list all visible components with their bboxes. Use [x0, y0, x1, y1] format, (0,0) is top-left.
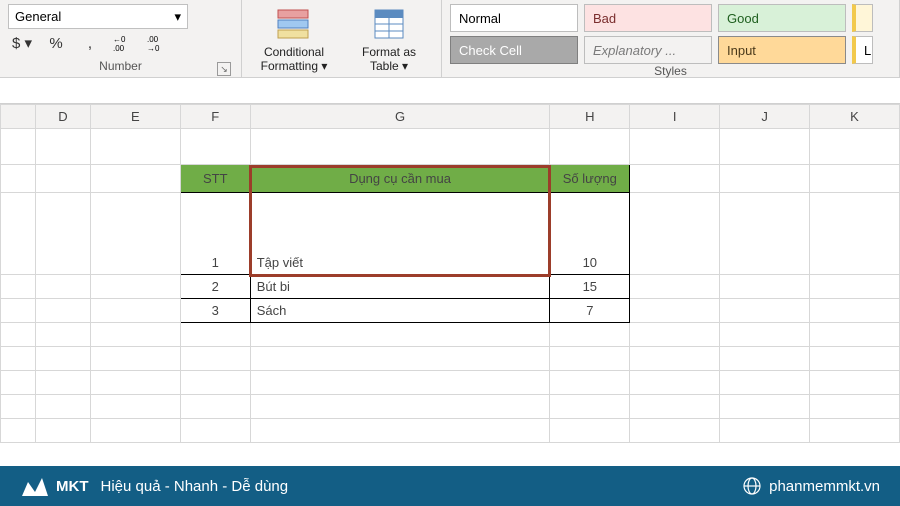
svg-text:.00: .00 [147, 35, 159, 44]
increase-decimal-button[interactable]: ←0.00 [110, 29, 138, 57]
percent-format-button[interactable]: % [42, 29, 70, 57]
accounting-format-button[interactable]: $ ▾ [8, 29, 36, 57]
style-linked-partial[interactable]: L [852, 36, 873, 64]
column-header[interactable]: I [630, 105, 720, 129]
group-label-number: Number [99, 59, 142, 73]
column-header-row[interactable]: D E F G H I J K [1, 105, 900, 129]
cell-stt[interactable]: 3 [180, 299, 250, 323]
footer-slogan: Hiệu quả - Nhanh - Dễ dùng [101, 478, 289, 495]
footer-bar: MKT Hiệu quả - Nhanh - Dễ dùng phanmemmk… [0, 466, 900, 506]
style-input[interactable]: Input [718, 36, 846, 64]
cell-qty[interactable]: 7 [550, 299, 630, 323]
grid[interactable]: D E F G H I J K STT Dụng cụ cần mua Số l… [0, 104, 900, 443]
style-normal[interactable]: Normal [450, 4, 578, 32]
column-header[interactable]: J [720, 105, 810, 129]
number-format-value: General [15, 9, 61, 24]
number-format-dropdown[interactable]: General ▾ [8, 4, 188, 29]
ribbon-group-cell-styles: Normal Bad Good Check Cell Explanatory .… [442, 0, 900, 77]
cell-item[interactable]: Bút bi [250, 275, 550, 299]
column-header[interactable]: H [550, 105, 630, 129]
comma-format-button[interactable]: , [76, 29, 104, 57]
table-header-row: STT Dụng cụ cần mua Số lượng [1, 165, 900, 193]
conditional-formatting-button[interactable]: ConditionalFormatting ▾ [250, 4, 338, 74]
ribbon: General ▾ $ ▾ % , ←0.00 .00→0 Number ↘ [0, 0, 900, 78]
cell-item[interactable]: Sách [250, 299, 550, 323]
table-header-stt[interactable]: STT [180, 165, 250, 193]
column-header[interactable]: E [90, 105, 180, 129]
group-label-styles: Styles [654, 64, 687, 78]
column-header[interactable]: G [250, 105, 550, 129]
mkt-logo: MKT [20, 474, 89, 498]
number-dialog-launcher[interactable]: ↘ [217, 62, 231, 76]
worksheet[interactable]: D E F G H I J K STT Dụng cụ cần mua Số l… [0, 104, 900, 466]
formula-bar[interactable] [0, 78, 900, 104]
table-row: 2 Bút bi 15 [1, 275, 900, 299]
style-neutral-partial[interactable] [852, 4, 873, 32]
cell-stt[interactable]: 2 [180, 275, 250, 299]
cell-stt[interactable]: 1 [180, 193, 250, 275]
style-bad[interactable]: Bad [584, 4, 712, 32]
ribbon-group-number: General ▾ $ ▾ % , ←0.00 .00→0 Number ↘ [0, 0, 242, 77]
format-as-table-icon [369, 4, 409, 44]
svg-text:.00: .00 [113, 44, 125, 52]
svg-text:←0: ←0 [113, 35, 126, 44]
conditional-formatting-icon [274, 4, 314, 44]
ribbon-group-styles-buttons: ConditionalFormatting ▾ Format asTable ▾ [242, 0, 442, 77]
column-header[interactable]: F [180, 105, 250, 129]
footer-site: phanmemmkt.vn [769, 478, 880, 495]
style-check-cell[interactable]: Check Cell [450, 36, 578, 64]
decrease-decimal-button[interactable]: .00→0 [144, 29, 172, 57]
column-header[interactable]: K [810, 105, 900, 129]
column-header-blank[interactable] [1, 105, 36, 129]
table-row: 3 Sách 7 [1, 299, 900, 323]
cell-qty[interactable]: 10 [550, 193, 630, 275]
format-as-table-button[interactable]: Format asTable ▾ [345, 4, 433, 74]
style-good[interactable]: Good [718, 4, 846, 32]
style-explanatory[interactable]: Explanatory ... [584, 36, 712, 64]
cell-item[interactable]: Tập viết [250, 193, 550, 275]
globe-icon [743, 477, 761, 495]
table-row: 1 Tập viết 10 [1, 193, 900, 275]
chevron-down-icon: ▾ [174, 9, 181, 25]
table-header-qty[interactable]: Số lượng [550, 165, 630, 193]
cell-qty[interactable]: 15 [550, 275, 630, 299]
column-header[interactable]: D [35, 105, 90, 129]
svg-text:→0: →0 [147, 44, 160, 52]
table-header-item[interactable]: Dụng cụ cần mua [250, 165, 550, 193]
